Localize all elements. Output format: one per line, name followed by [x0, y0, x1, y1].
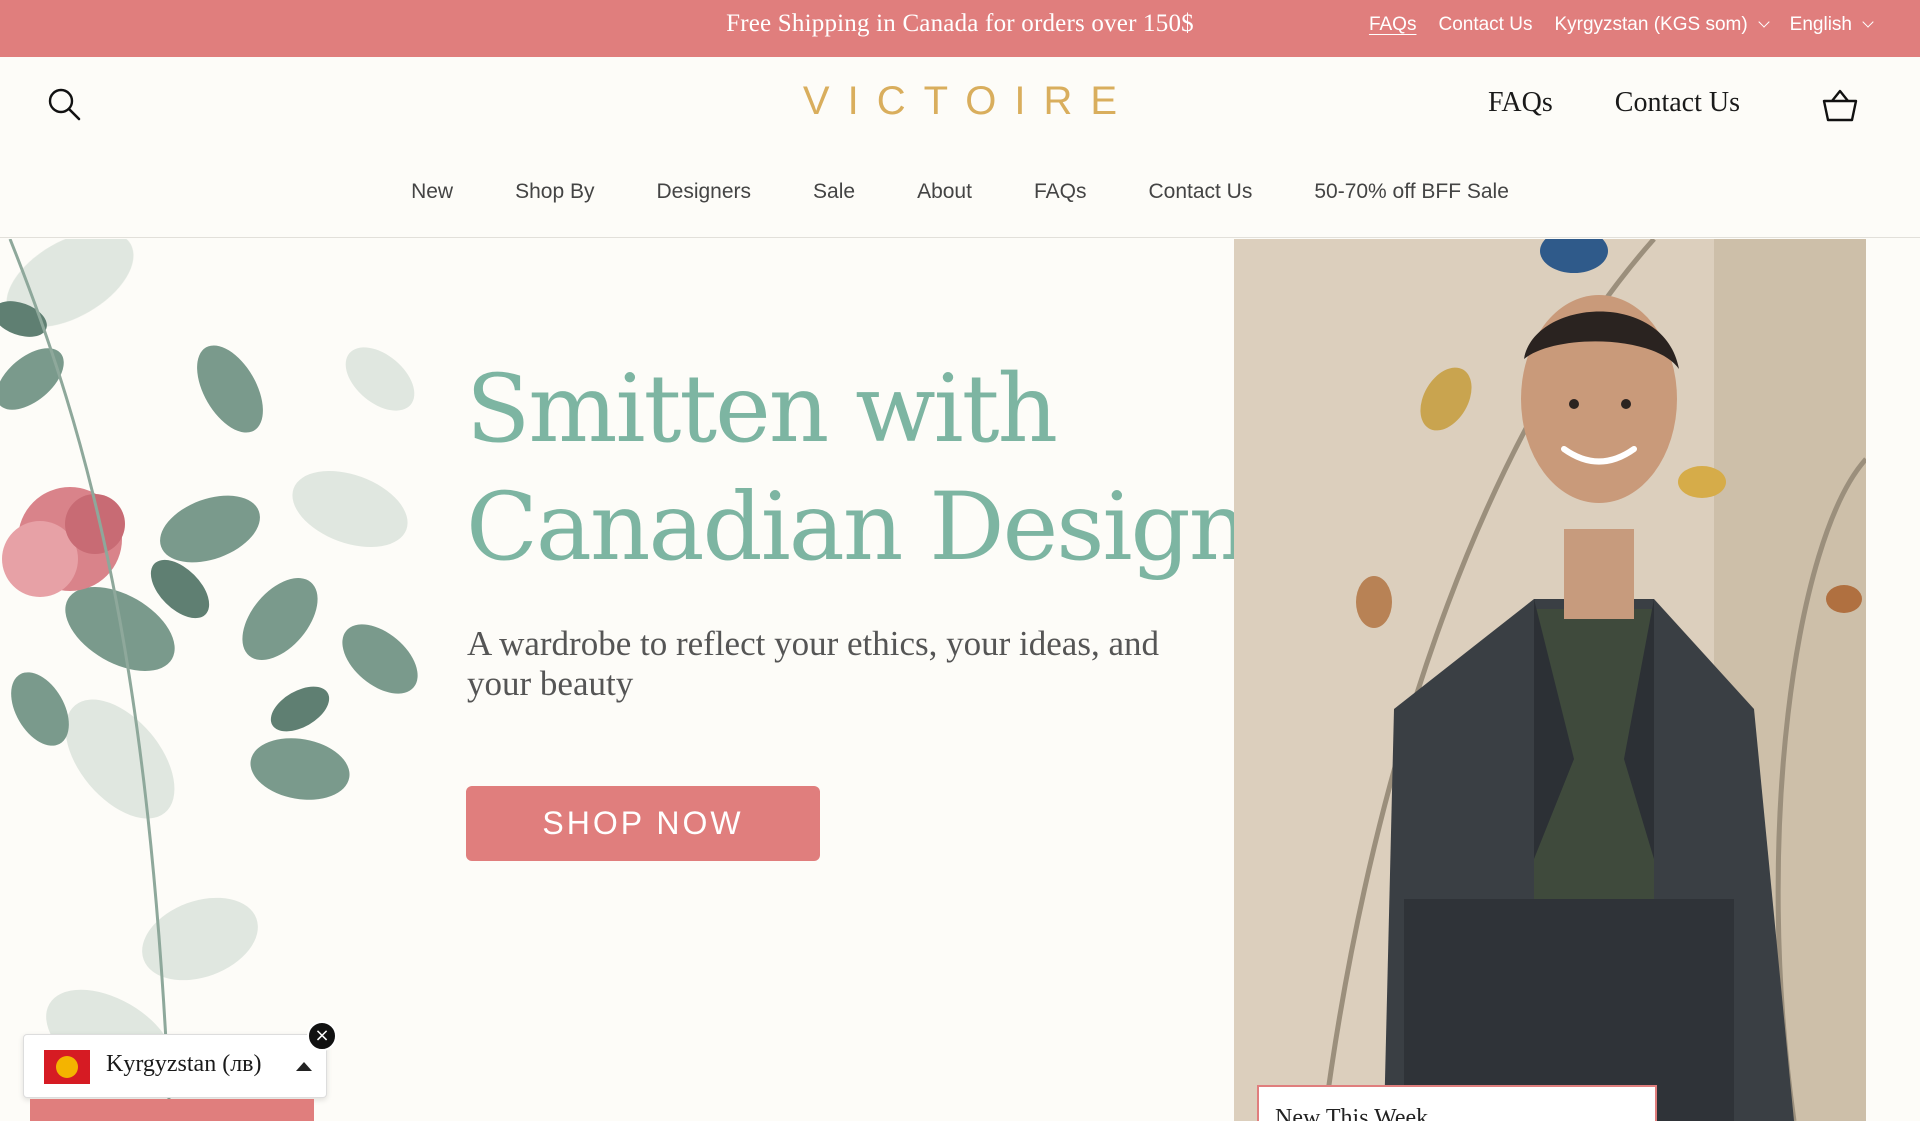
currency-selector[interactable]: Kyrgyzstan (KGS som)	[1554, 14, 1770, 36]
hero-section: Smitten with Canadian Design A wardrobe …	[0, 239, 1920, 1121]
nav-item-about[interactable]: About	[917, 180, 972, 204]
announce-faqs-link[interactable]: FAQs	[1369, 14, 1417, 36]
basket-icon[interactable]	[1822, 89, 1858, 123]
announcement-links: FAQs Contact Us Kyrgyzstan (KGS som) Eng…	[1369, 14, 1874, 36]
hero-headline-line-2: Canadian Design	[466, 473, 1249, 582]
nav-item-bff-sale[interactable]: 50-70% off BFF Sale	[1314, 180, 1509, 204]
announcement-bar: Free Shipping in Canada for orders over …	[0, 0, 1920, 57]
floral-illustration	[0, 239, 418, 1121]
nav-item-faqs[interactable]: FAQs	[1034, 180, 1087, 204]
country-selector-label: Kyrgyzstan (лв)	[106, 1051, 262, 1077]
language-label: English	[1789, 14, 1852, 35]
header-faqs-link[interactable]: FAQs	[1488, 87, 1553, 119]
new-this-week-card[interactable]: New This Week	[1257, 1085, 1657, 1121]
nav-item-contact[interactable]: Contact Us	[1148, 180, 1252, 204]
main-nav: New Shop By Designers Sale About FAQs Co…	[0, 152, 1920, 238]
close-icon[interactable]: ×	[307, 1021, 337, 1051]
hero-headline: Smitten with Canadian Design	[466, 351, 1249, 587]
nav-item-sale[interactable]: Sale	[813, 180, 855, 204]
country-selector[interactable]: Kyrgyzstan (лв)	[23, 1034, 327, 1098]
chevron-down-icon	[1758, 16, 1770, 28]
shop-now-button[interactable]: SHOP NOW	[466, 786, 820, 861]
nav-item-designers[interactable]: Designers	[656, 180, 751, 204]
hero-headline-line-1: Smitten with	[466, 355, 1058, 464]
nav-item-new[interactable]: New	[411, 180, 453, 204]
announce-contact-link[interactable]: Contact Us	[1438, 14, 1532, 36]
site-header: VICTOIRE FAQs Contact Us	[0, 57, 1920, 152]
language-selector[interactable]: English	[1789, 14, 1874, 36]
header-links: FAQs Contact Us	[1488, 87, 1740, 119]
hero-photo[interactable]	[1234, 239, 1866, 1121]
header-contact-link[interactable]: Contact Us	[1615, 87, 1740, 119]
nav-item-shop-by[interactable]: Shop By	[515, 180, 594, 204]
hero-subline: A wardrobe to reflect your ethics, your …	[467, 624, 1159, 703]
chevron-down-icon	[1862, 16, 1874, 28]
kyrgyzstan-flag-icon	[44, 1050, 90, 1084]
new-this-week-label: New This Week	[1275, 1105, 1429, 1121]
currency-label: Kyrgyzstan (KGS som)	[1554, 14, 1748, 35]
nav-items: New Shop By Designers Sale About FAQs Co…	[0, 180, 1920, 204]
caret-up-icon	[296, 1062, 312, 1071]
pink-tab-button[interactable]	[30, 1099, 314, 1121]
